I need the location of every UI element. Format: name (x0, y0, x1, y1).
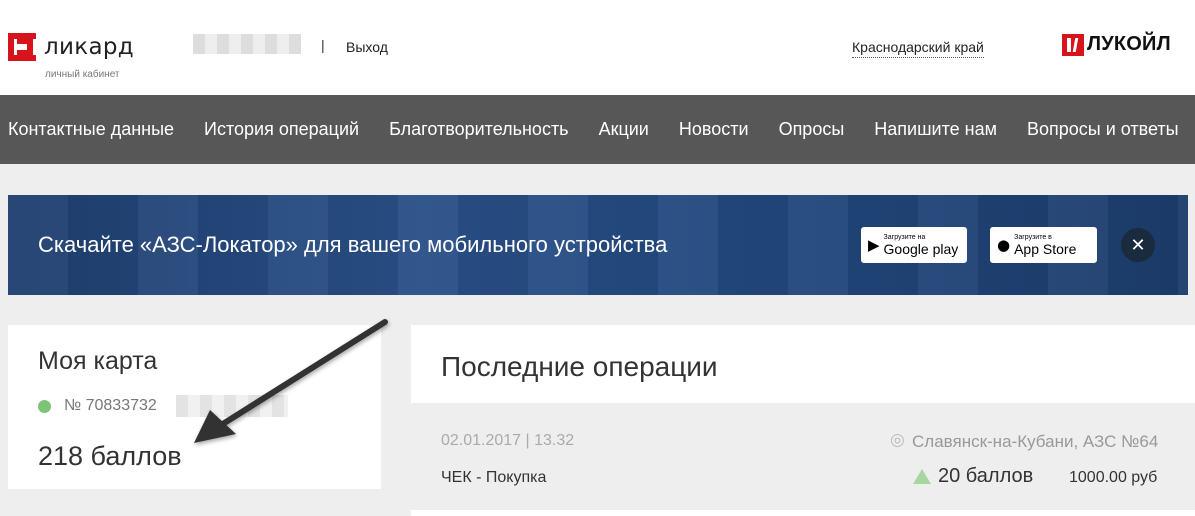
logout-link[interactable]: Выход (346, 39, 388, 55)
nav-item-promotions[interactable]: Акции (599, 119, 649, 140)
location-pin-icon: ◎ (890, 430, 905, 450)
operation-location: Славянск-на-Кубани, АЗС №64 (912, 432, 1159, 451)
nav-item-news[interactable]: Новости (679, 119, 749, 140)
operation-points: 20 баллов (938, 465, 1034, 487)
google-play-button[interactable]: ▶ Загрузите на Google play (861, 227, 967, 263)
nav-item-history[interactable]: История операций (204, 119, 359, 140)
user-name-blurred (193, 34, 301, 54)
operation-type: ЧЕК - Покупка (441, 469, 547, 486)
header-separator: | (321, 37, 325, 53)
next-operation-row (411, 510, 1195, 516)
card-points: 218 баллов (38, 441, 182, 471)
logo-text: ликард (44, 34, 134, 60)
operation-amount: 1000.00 руб (1069, 469, 1158, 486)
region-selector[interactable]: Краснодарский край (852, 39, 984, 58)
logo-subtitle: личный кабинет (45, 69, 120, 80)
google-play-text: Google play (883, 240, 959, 257)
licard-logo-icon (8, 33, 36, 61)
nav-item-faq[interactable]: Вопросы и ответы (1027, 119, 1179, 140)
points-up-icon (913, 469, 931, 484)
annotation-arrow-icon (194, 319, 388, 443)
google-play-icon: ▶ (868, 236, 880, 254)
lukoil-logo[interactable]: ЛУКОЙЛ (1062, 33, 1171, 56)
lukoil-logo-icon (1062, 33, 1084, 56)
nav-item-contacts[interactable]: Контактные данные (8, 119, 174, 140)
app-store-button[interactable]: ● Загрузите в App Store (990, 227, 1097, 263)
operations-title: Последние операции (441, 351, 718, 382)
card-number: № 70833732 (64, 397, 157, 414)
app-banner: Скачайте «АЗС-Локатор» для вашего мобиль… (8, 195, 1188, 295)
operation-row[interactable]: 02.01.2017 | 13.32 ◎ Славянск-на-Кубани,… (411, 406, 1195, 510)
card-title: Моя карта (38, 347, 158, 375)
nav-item-surveys[interactable]: Опросы (779, 119, 845, 140)
close-icon[interactable]: ✕ (1121, 228, 1155, 262)
card-status-dot (38, 400, 51, 413)
lukoil-brand-text: ЛУКОЙЛ (1087, 33, 1171, 55)
licard-logo[interactable]: ликард (8, 33, 134, 61)
card-gap (8, 510, 381, 516)
nav-item-charity[interactable]: Благотворительность (389, 119, 569, 140)
main-nav: Контактные данные История операций Благо… (0, 95, 1195, 164)
banner-text: Скачайте «АЗС-Локатор» для вашего мобиль… (38, 232, 668, 257)
operations-panel: Последние операции (411, 325, 1195, 403)
apple-icon: ● (997, 236, 1011, 254)
app-store-text: App Store (1014, 240, 1077, 257)
nav-item-write-us[interactable]: Напишите нам (874, 119, 997, 140)
header: ликард личный кабинет | Выход Краснодарс… (0, 0, 1195, 95)
operation-date: 02.01.2017 | 13.32 (441, 432, 575, 449)
